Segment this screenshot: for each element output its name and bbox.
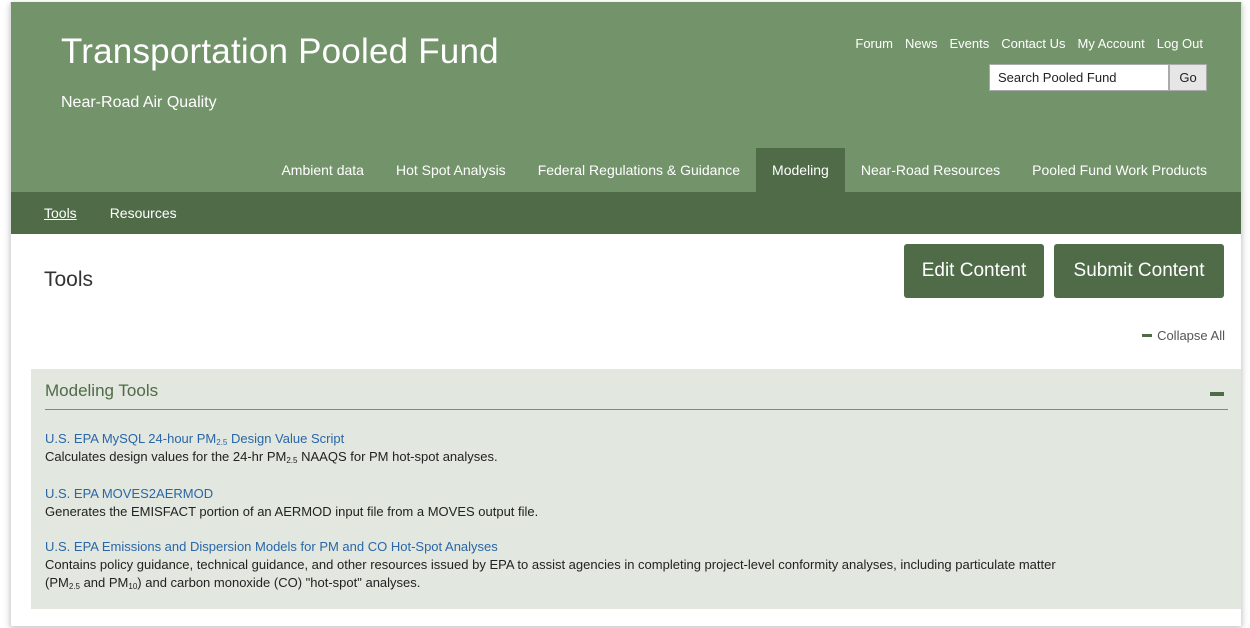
panel-title: Modeling Tools (45, 381, 159, 400)
tab-modeling[interactable]: Modeling (756, 148, 845, 192)
collapse-icon (1142, 334, 1153, 337)
tab-ambient-data[interactable]: Ambient data (265, 148, 380, 192)
tool-link-moves2aermod[interactable]: U.S. EPA MOVES2AERMOD (45, 485, 1226, 503)
tool-description: Calculates design values for the 24-hr P… (45, 449, 498, 465)
my-account-link[interactable]: My Account (1078, 36, 1145, 51)
tab-pooled-fund-work-products[interactable]: Pooled Fund Work Products (1016, 148, 1223, 192)
collapse-panel-icon[interactable] (1210, 392, 1224, 396)
news-link[interactable]: News (905, 36, 938, 51)
tool-item: U.S. EPA MOVES2AERMOD Generates the EMIS… (45, 485, 1226, 521)
site-title[interactable]: Transportation Pooled Fund (61, 32, 499, 72)
modeling-tools-panel: Modeling Tools U.S. EPA MySQL 24-hour PM… (31, 369, 1241, 609)
tool-item: U.S. EPA MySQL 24-hour PM2.5 Design Valu… (45, 430, 1226, 466)
tab-near-road-resources[interactable]: Near-Road Resources (845, 148, 1016, 192)
contact-us-link[interactable]: Contact Us (1001, 36, 1065, 51)
tab-federal-regulations[interactable]: Federal Regulations & Guidance (522, 148, 756, 192)
panel-header[interactable]: Modeling Tools (45, 379, 1228, 410)
tool-description: Contains policy guidance, technical guid… (45, 557, 1056, 591)
main-nav: Ambient data Hot Spot Analysis Federal R… (265, 148, 1223, 192)
site-header: Transportation Pooled Fund Near-Road Air… (11, 2, 1241, 192)
sub-nav-resources[interactable]: Resources (110, 205, 177, 221)
utility-nav: Forum News Events Contact Us My Account … (855, 36, 1203, 51)
sub-nav: Tools Resources (11, 192, 1241, 234)
submit-content-button[interactable]: Submit Content (1054, 244, 1224, 298)
edit-content-button[interactable]: Edit Content (904, 244, 1044, 298)
log-out-link[interactable]: Log Out (1157, 36, 1203, 51)
site-subtitle: Near-Road Air Quality (61, 94, 217, 111)
sub-nav-tools[interactable]: Tools (44, 205, 77, 221)
search-go-button[interactable]: Go (1169, 64, 1207, 91)
tool-link-design-value-script[interactable]: U.S. EPA MySQL 24-hour PM2.5 Design Valu… (45, 430, 1226, 448)
collapse-all-toggle[interactable]: Collapse All (1142, 328, 1225, 343)
tool-link-emissions-dispersion-models[interactable]: U.S. EPA Emissions and Dispersion Models… (45, 538, 1226, 556)
tool-item: U.S. EPA Emissions and Dispersion Models… (45, 538, 1226, 592)
collapse-all-label: Collapse All (1157, 328, 1225, 343)
forum-link[interactable]: Forum (855, 36, 893, 51)
page-frame: Transportation Pooled Fund Near-Road Air… (10, 2, 1242, 626)
tab-hot-spot-analysis[interactable]: Hot Spot Analysis (380, 148, 522, 192)
page-title: Tools (44, 268, 94, 291)
events-link[interactable]: Events (949, 36, 989, 51)
tool-description: Generates the EMISFACT portion of an AER… (45, 504, 539, 519)
search-input[interactable] (989, 64, 1169, 91)
